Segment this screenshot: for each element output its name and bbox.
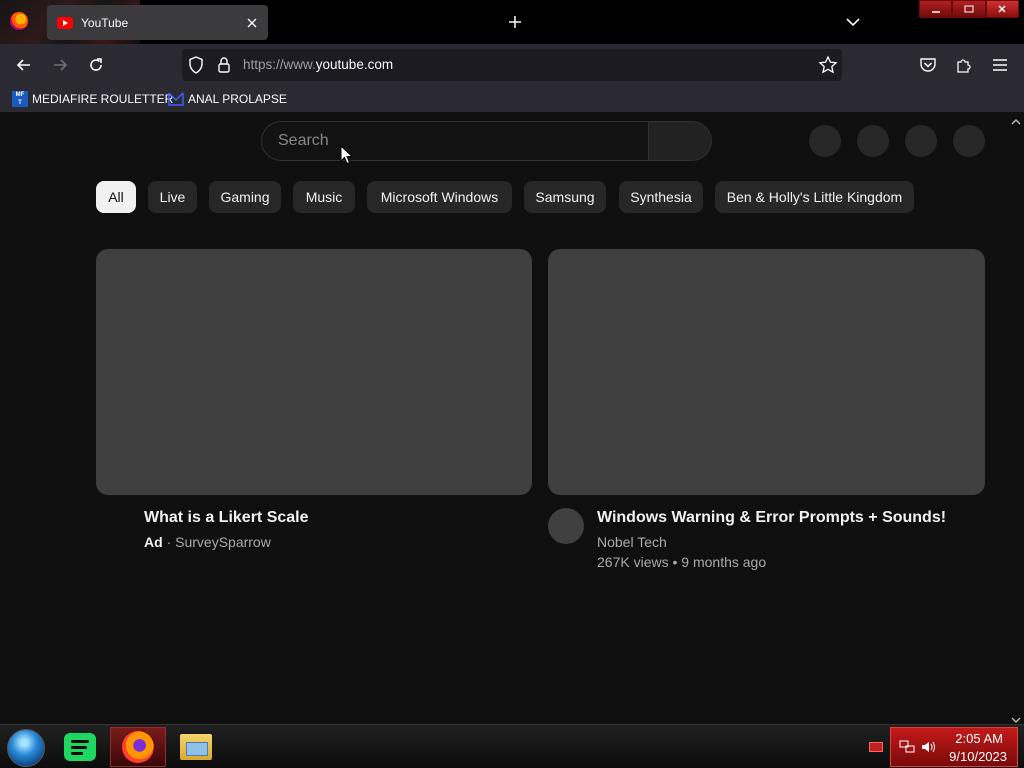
meta-separator: • bbox=[672, 554, 678, 570]
youtube-page: All Live Gaming Music Microsoft Windows … bbox=[0, 112, 1024, 724]
chip-ben-and-holly[interactable]: Ben & Holly's Little Kingdom bbox=[715, 181, 914, 213]
bookmark-label: ANAL PROLAPSE bbox=[188, 92, 287, 106]
channel-name[interactable]: SurveySparrow bbox=[175, 534, 271, 550]
upload-age: 9 months ago bbox=[681, 554, 767, 570]
restore-button[interactable] bbox=[952, 0, 986, 18]
avatar[interactable] bbox=[953, 125, 985, 157]
channel-name[interactable]: Nobel Tech bbox=[597, 534, 667, 550]
video-thumbnail[interactable] bbox=[96, 249, 532, 495]
chip-synthesia[interactable]: Synthesia bbox=[619, 181, 703, 213]
search-input[interactable] bbox=[261, 121, 649, 161]
back-arrow-icon[interactable] bbox=[11, 52, 37, 78]
system-tray: 2:05 AM 9/10/2023 bbox=[890, 727, 1018, 767]
bookmark-item[interactable]: MF T MEDIAFIRE ROULETTER bbox=[12, 90, 173, 108]
clock-time[interactable]: 2:05 AM bbox=[955, 731, 1003, 746]
bookmark-star-icon[interactable] bbox=[818, 55, 838, 80]
firefox-icon bbox=[122, 731, 154, 763]
video-title[interactable]: Windows Warning & Error Prompts + Sounds… bbox=[597, 509, 946, 527]
bookmark-star-icon bbox=[168, 91, 184, 107]
scroll-up-chevron-icon[interactable] bbox=[1010, 114, 1022, 125]
forward-arrow-icon[interactable] bbox=[47, 52, 73, 78]
tab-youtube[interactable]: YouTube bbox=[47, 5, 268, 40]
chip-all[interactable]: All bbox=[96, 181, 136, 213]
search-box bbox=[261, 121, 712, 161]
chip-live[interactable]: Live bbox=[148, 181, 197, 213]
chip-samsung[interactable]: Samsung bbox=[524, 181, 606, 213]
action-center-flag-icon[interactable] bbox=[869, 742, 883, 752]
start-button[interactable] bbox=[7, 729, 45, 767]
close-tab-icon[interactable] bbox=[242, 13, 262, 33]
file-explorer-icon bbox=[180, 734, 212, 760]
channel-avatar[interactable] bbox=[548, 508, 584, 544]
close-window-button[interactable] bbox=[985, 0, 1019, 18]
clock-date[interactable]: 9/10/2023 bbox=[949, 749, 1007, 764]
hamburger-menu-icon[interactable] bbox=[987, 52, 1013, 78]
lock-icon[interactable] bbox=[217, 56, 231, 79]
mouse-cursor-icon bbox=[340, 144, 354, 165]
taskbar-app-firefox[interactable] bbox=[110, 727, 166, 767]
scroll-down-chevron-icon[interactable] bbox=[1010, 712, 1022, 723]
bookmark-item[interactable]: ANAL PROLAPSE bbox=[168, 90, 287, 108]
header-button-placeholder[interactable] bbox=[809, 125, 841, 157]
taskbar: 2:05 AM 9/10/2023 bbox=[0, 724, 1024, 768]
view-count: 267K views bbox=[597, 554, 669, 570]
tracking-protection-shield-icon[interactable] bbox=[188, 56, 204, 79]
video-meta: Ad · SurveySparrow bbox=[144, 534, 271, 550]
chip-gaming[interactable]: Gaming bbox=[209, 181, 281, 213]
url-host: youtube.com bbox=[315, 57, 394, 72]
video-title[interactable]: What is a Likert Scale bbox=[144, 509, 309, 527]
bookmarks-toolbar: MF T MEDIAFIRE ROULETTER ANAL PROLAPSE bbox=[0, 86, 1024, 112]
meta-separator: · bbox=[166, 534, 172, 550]
youtube-favicon-icon bbox=[57, 16, 73, 29]
header-button-placeholder[interactable] bbox=[905, 125, 937, 157]
firefox-menu-icon[interactable] bbox=[10, 12, 28, 30]
network-icon[interactable] bbox=[899, 740, 915, 754]
url-bar[interactable]: https://www.youtube.com bbox=[182, 49, 842, 81]
ad-badge: Ad bbox=[144, 534, 163, 550]
chip-microsoft-windows[interactable]: Microsoft Windows bbox=[367, 181, 512, 213]
list-all-tabs-chevron-down-icon[interactable] bbox=[842, 12, 864, 32]
bookmark-label: MEDIAFIRE ROULETTER bbox=[32, 92, 174, 106]
spotify-icon bbox=[64, 733, 96, 761]
reload-icon[interactable] bbox=[83, 52, 109, 78]
volume-icon[interactable] bbox=[921, 740, 937, 754]
header-button-placeholder[interactable] bbox=[857, 125, 889, 157]
pocket-icon[interactable] bbox=[915, 52, 941, 78]
taskbar-app-file-explorer[interactable] bbox=[168, 727, 224, 767]
search-button[interactable] bbox=[649, 121, 712, 161]
video-thumbnail[interactable] bbox=[548, 249, 985, 495]
video-stats: 267K views • 9 months ago bbox=[597, 554, 766, 570]
navigation-toolbar: https://www.youtube.com bbox=[0, 44, 1024, 86]
taskbar-app-spotify[interactable] bbox=[52, 727, 108, 767]
url-prefix: https://www. bbox=[243, 57, 316, 72]
new-tab-button[interactable] bbox=[504, 11, 526, 33]
url-text[interactable]: https://www.youtube.com bbox=[243, 57, 393, 72]
mediafire-icon: MF T bbox=[12, 91, 28, 107]
chip-music[interactable]: Music bbox=[293, 181, 355, 213]
extensions-puzzle-icon[interactable] bbox=[951, 52, 977, 78]
minimize-button[interactable] bbox=[919, 0, 953, 18]
browser-tab-strip: YouTube bbox=[0, 0, 1024, 44]
tab-title: YouTube bbox=[81, 15, 129, 30]
window-controls bbox=[919, 0, 1019, 18]
